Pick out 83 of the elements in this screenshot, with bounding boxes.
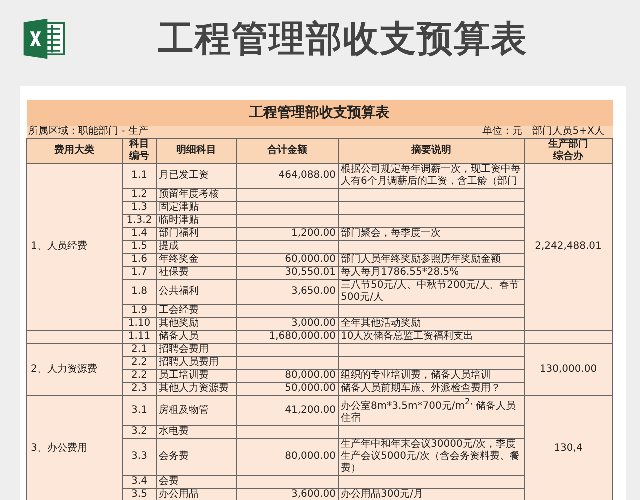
total-cell: 2,242,488.01 <box>524 164 612 330</box>
code-cell: 2.3 <box>122 382 156 396</box>
amount-cell: 41,200.00 <box>236 396 338 426</box>
item-cell: 储备人员 <box>156 330 236 344</box>
sheet-title: 工程管理部收支预算表 <box>26 100 612 126</box>
code-cell: 1.7 <box>122 266 156 280</box>
category-cell: 3、办公费用 <box>26 396 122 500</box>
code-cell: 2.1 <box>122 344 156 356</box>
item-cell: 部门福利 <box>156 228 236 240</box>
item-cell: 招聘人员费用 <box>156 356 236 370</box>
amount-cell: 30,550.01 <box>236 266 338 280</box>
column-header: 科目编号 <box>122 138 156 164</box>
staff-label: 部门人员5+X人 <box>524 126 612 138</box>
amount-cell: 464,088.00 <box>236 164 338 188</box>
note-cell: 全年其他活动奖励 <box>338 318 524 330</box>
amount-cell: 3,000.00 <box>236 318 338 330</box>
item-cell: 水电费 <box>156 426 236 439</box>
amount-cell: 3,650.00 <box>236 280 338 304</box>
code-cell: 1.1 <box>122 164 156 188</box>
item-cell: 社保费 <box>156 266 236 280</box>
item-cell: 其他人力资源费 <box>156 382 236 396</box>
note-cell: 办公室8m*3.5m*700元/m$^{2,}$ 储备人员住宿 <box>338 396 524 426</box>
amount-cell: 80,000.00 <box>236 370 338 382</box>
column-header: 费用大类 <box>26 138 122 164</box>
code-cell: 1.10 <box>122 318 156 330</box>
unit-label: 单位：元 <box>236 126 524 138</box>
total-cell: 130,4 <box>524 396 612 500</box>
item-cell: 月已发工资 <box>156 164 236 188</box>
amount-cell: 3,600.00 <box>236 488 338 500</box>
code-cell: 1.5 <box>122 240 156 254</box>
column-header: 生产部门 综合办 <box>524 138 612 164</box>
amount-cell: 1,680,000.00 <box>236 330 338 344</box>
code-cell: 3.3 <box>122 438 156 476</box>
note-cell: 10人次储备总监工资福利支出 <box>338 330 524 344</box>
item-cell: 公共福利 <box>156 280 236 304</box>
note-cell: 生产年中和年末会议30000元/次，季度生产会议5000元/次（含会务资料费、餐费） <box>338 438 524 476</box>
item-cell: 工会经费 <box>156 304 236 318</box>
category-cell: 1、人员经费 <box>26 164 122 330</box>
code-cell: 2.2 <box>122 370 156 382</box>
total-cell: 130,000.00 <box>524 344 612 396</box>
note-cell: 每人每月1786.55*28.5% <box>338 266 524 280</box>
code-cell: 1.9 <box>122 304 156 318</box>
amount-cell: 80,000.00 <box>236 438 338 476</box>
column-header: 合计金额 <box>236 138 338 164</box>
code-cell: 1.11 <box>122 330 156 344</box>
note-cell: 根据公司规定每年调薪一次，现工资中每人有6个月调薪后的工资，含工龄（部门 <box>338 164 524 188</box>
code-cell: 3.1 <box>122 396 156 426</box>
note-cell: 部门聚会，每季度一次 <box>338 228 524 240</box>
note-cell: 部门人员年终奖励参照历年奖励金额 <box>338 254 524 266</box>
item-cell: 其他奖励 <box>156 318 236 330</box>
item-cell: 预留年度考核 <box>156 188 236 202</box>
item-cell: 会费 <box>156 476 236 489</box>
note-cell: 三八节50元/人、中秋节200元/人、春节500元/人 <box>338 280 524 304</box>
item-cell: 办公用品 <box>156 488 236 500</box>
item-cell: 招聘会费用 <box>156 344 236 356</box>
code-cell: 1.3 <box>122 202 156 214</box>
item-cell: 房租及物管 <box>156 396 236 426</box>
note-cell: 办公用品300元/月 <box>338 488 524 500</box>
item-cell: 会务费 <box>156 438 236 476</box>
item-cell: 提成 <box>156 240 236 254</box>
code-cell: 1.3.2 <box>122 214 156 228</box>
item-cell: 临时津贴 <box>156 214 236 228</box>
item-cell: 员工培训费 <box>156 370 236 382</box>
code-cell: 1.2 <box>122 188 156 202</box>
column-header: 摘要说明 <box>338 138 524 164</box>
page-title: 工程管理部收支预算表 <box>158 18 528 62</box>
amount-cell: 60,000.00 <box>236 254 338 266</box>
note-cell: 储备人员前期车旅、外派检查费用？ <box>338 382 524 396</box>
amount-cell: 50,000.00 <box>236 382 338 396</box>
note-cell: 组织的专业培训费，储备人员培训 <box>338 370 524 382</box>
code-cell: 2.2 <box>122 356 156 370</box>
code-cell: 3.2 <box>122 426 156 439</box>
code-cell: 3.4 <box>122 476 156 489</box>
column-header: 明细科目 <box>156 138 236 164</box>
region-label: 所属区域：职能部门 - 生产 <box>26 126 236 138</box>
code-cell: 1.8 <box>122 280 156 304</box>
item-cell: 固定津贴 <box>156 202 236 214</box>
item-cell: 年终奖金 <box>156 254 236 266</box>
code-cell: 1.6 <box>122 254 156 266</box>
code-cell: 1.4 <box>122 228 156 240</box>
amount-cell: 1,200.00 <box>236 228 338 240</box>
category-cell: 2、人力资源费 <box>26 344 122 396</box>
spreadsheet-app-icon <box>22 16 66 62</box>
